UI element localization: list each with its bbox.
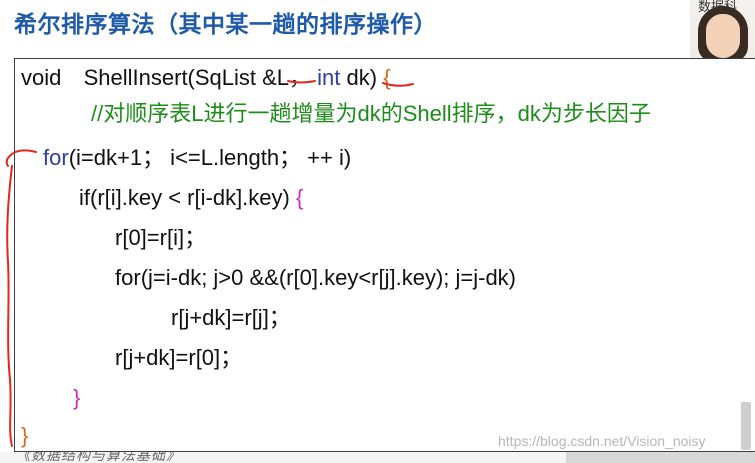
- if-condition: (r[i].key < r[i-dk].key): [90, 185, 290, 210]
- presenter-face: [706, 14, 740, 58]
- keyword-if: if: [79, 185, 90, 210]
- for-outer-header: (i=dk+1； i<=L.length； ++ i): [68, 145, 352, 170]
- code-line-save-sentinel: r[0]=r[i]；: [115, 225, 207, 250]
- code-line-for-outer: for(i=dk+1； i<=L.length； ++ i): [43, 143, 351, 173]
- watermark-text: https://blog.csdn.net/Vision_noisy: [498, 433, 706, 449]
- param-dk: dk): [346, 65, 378, 90]
- code-line-for-inner: for(j=i-dk; j>0 &&(r[0].key<r[j].key); j…: [115, 263, 516, 293]
- slide-title: 希尔排序算法（其中某一趟的排序操作）: [14, 12, 437, 38]
- footer-strip: 《数据结构与算法基础》: [0, 452, 755, 463]
- keyword-void: void: [21, 65, 62, 90]
- footer-right-block: [566, 452, 755, 463]
- code-line-place: r[j+dk]=r[0]；: [115, 345, 243, 370]
- brace-open-function: {: [383, 65, 391, 90]
- code-line-shift: r[j+dk]=r[j]；: [171, 305, 291, 330]
- annotation-left-bracket: [6, 165, 13, 447]
- scrollbar-thumb[interactable]: [741, 402, 751, 450]
- code-line-signature: void ShellInsert(SqList &L， int dk) {: [21, 63, 391, 93]
- footer-right-text: 数据科: [698, 0, 738, 14]
- brace-close-function: }: [21, 423, 29, 448]
- keyword-int: int: [317, 65, 341, 90]
- brace-close-if: }: [73, 385, 81, 410]
- footer-left-text: 《数据结构与算法基础》: [16, 452, 181, 463]
- brace-open-if: {: [295, 185, 304, 210]
- code-comment: //对顺序表L进行一趟增量为dk的Shell排序，dk为步长因子: [91, 101, 651, 126]
- keyword-for-outer: for: [43, 145, 69, 170]
- code-panel: void ShellInsert(SqList &L， int dk) { //…: [14, 58, 755, 452]
- for-inner-header: (j=i-dk; j>0 &&(r[0].key<r[j].key); j=j-…: [140, 265, 517, 290]
- function-signature: ShellInsert(SqList &L，: [83, 65, 312, 90]
- keyword-for-inner: for: [115, 265, 141, 290]
- code-line-if: if(r[i].key < r[i-dk].key) {: [79, 183, 303, 213]
